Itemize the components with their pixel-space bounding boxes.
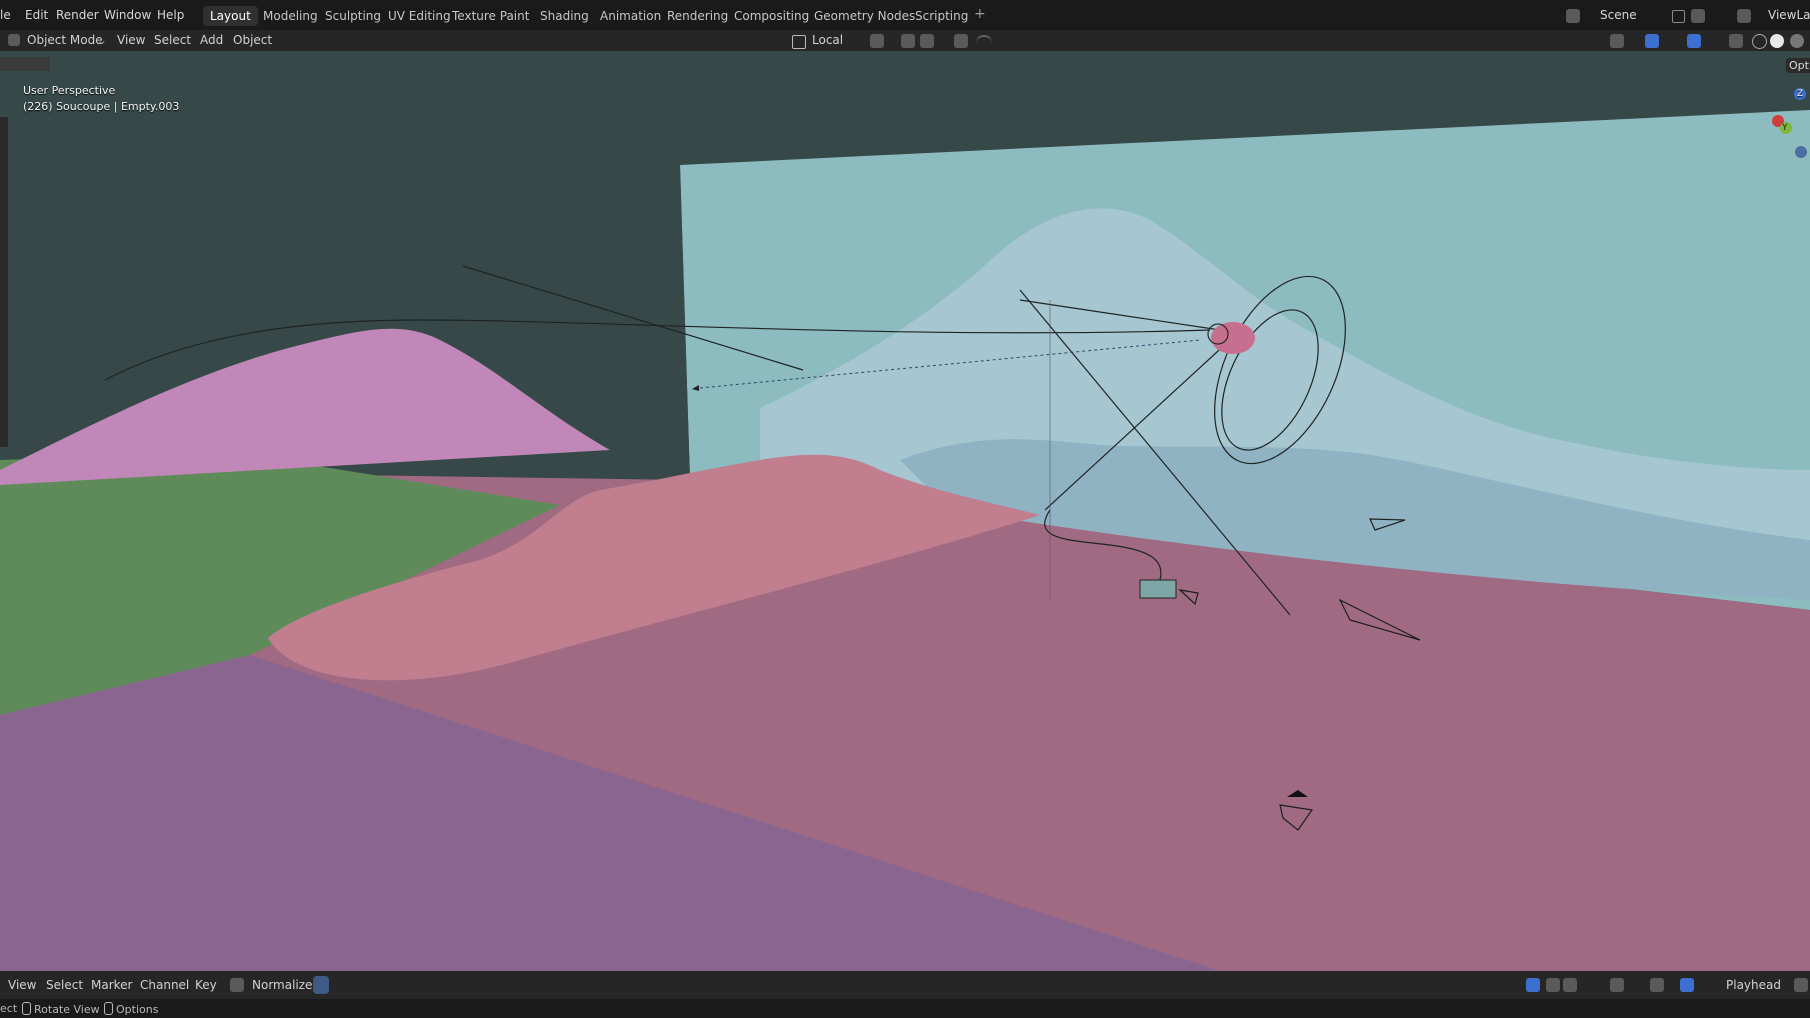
chevron-down-icon: ⌄ [97,33,108,47]
menu-object[interactable]: Object [233,33,272,47]
status-options: Options [104,1002,158,1016]
3d-viewport[interactable]: User Perspective (226) Soucoupe | Empty.… [0,51,1810,971]
tab-rendering[interactable]: Rendering [660,6,735,26]
playhead-dropdown[interactable]: Playhead [1726,978,1781,992]
status-select: ect [0,1002,18,1015]
timeline-header: View Select Marker Channel Key Normalize… [0,971,1810,999]
viewport-header: Object Mode ⌄ View Select Add Object Loc… [0,30,1810,51]
options-button[interactable]: Opti [1786,58,1810,73]
transform-orientation-icon[interactable] [792,35,806,49]
menu-render[interactable]: Render [56,8,99,22]
tab-geometry-nodes[interactable]: Geometry Nodes [807,6,922,26]
visibility-icon[interactable] [1610,34,1624,48]
scene-render [0,88,1810,971]
tab-texture-paint[interactable]: Texture Paint [445,6,536,26]
normalize-icon[interactable] [230,978,244,992]
menu-add[interactable]: Add [200,33,223,47]
proportional-edit-icon[interactable] [954,34,968,48]
filter-icon[interactable] [1610,978,1624,992]
solid-shading-icon[interactable] [1770,34,1784,48]
tab-animation[interactable]: Animation [593,6,668,26]
scene-icon[interactable] [1566,9,1580,23]
object-mode-icon [8,34,20,46]
tab-modeling[interactable]: Modeling [256,6,325,26]
auto-snap-icon[interactable] [1680,978,1694,992]
menu-file[interactable]: le [0,8,11,22]
tl-menu-select[interactable]: Select [46,978,83,992]
tl-menu-view[interactable]: View [8,978,36,992]
view-layer-name[interactable]: ViewLay [1768,8,1810,22]
snap-icon[interactable] [1650,978,1664,992]
tab-layout[interactable]: Layout [203,6,258,26]
pin-icon[interactable] [1672,10,1685,23]
mouse-right-icon [104,1002,113,1015]
menu-select[interactable]: Select [154,33,191,47]
snap-icon[interactable] [901,34,915,48]
only-selected-icon[interactable] [1526,978,1540,992]
menu-view[interactable]: View [117,33,145,47]
status-rotate-label: Rotate View [34,1003,100,1016]
settings-icon[interactable] [1794,978,1808,992]
tab-scripting[interactable]: Scripting [908,6,975,26]
xray-icon[interactable] [1729,34,1743,48]
gizmo-icon[interactable] [1645,34,1659,48]
tab-compositing[interactable]: Compositing [727,6,816,26]
tl-menu-key[interactable]: Key [195,978,217,992]
falloff-icon[interactable] [976,35,992,47]
material-shading-icon[interactable] [1790,34,1804,48]
view-perspective-label: User Perspective [23,84,116,97]
top-bar: le Edit Render Window Help Layout Modelin… [0,0,1810,30]
normalize-refresh-icon[interactable] [313,976,329,994]
toolbar-strip[interactable] [0,117,8,447]
gizmo-z-label[interactable]: Z [1797,89,1803,99]
tab-shading[interactable]: Shading [533,6,596,26]
saucer [1211,322,1255,354]
gizmo-y-label[interactable]: Y [1782,123,1788,133]
mouse-middle-icon [22,1002,31,1015]
new-scene-icon[interactable] [1691,9,1705,23]
mode-dropdown[interactable]: Object Mode [27,33,103,47]
add-workspace-button[interactable]: + [974,6,986,22]
show-hidden-icon[interactable] [1546,978,1560,992]
view-layer-icon[interactable] [1737,9,1751,23]
object-info-label: (226) Soucoupe | Empty.003 [23,100,180,113]
tl-menu-marker[interactable]: Marker [91,978,132,992]
menu-help[interactable]: Help [157,8,184,22]
status-bar: ect Rotate View Options [0,999,1810,1018]
normalize-toggle[interactable]: Normalize [252,978,312,992]
scene-name[interactable]: Scene [1600,8,1637,22]
status-rotate: Rotate View [22,1002,100,1016]
only-errors-icon[interactable] [1563,978,1577,992]
status-options-label: Options [116,1003,159,1016]
selection-modes-icon[interactable] [0,57,50,71]
pivot-icon[interactable] [870,34,884,48]
tl-menu-channel[interactable]: Channel [140,978,189,992]
overlays-icon[interactable] [1687,34,1701,48]
menu-window[interactable]: Window [104,8,151,22]
menu-edit[interactable]: Edit [25,8,48,22]
wireframe-shading-icon[interactable] [1752,34,1767,49]
orientation-dropdown[interactable]: Local [812,33,843,47]
snap-target-icon[interactable] [920,34,934,48]
tab-sculpting[interactable]: Sculpting [318,6,388,26]
